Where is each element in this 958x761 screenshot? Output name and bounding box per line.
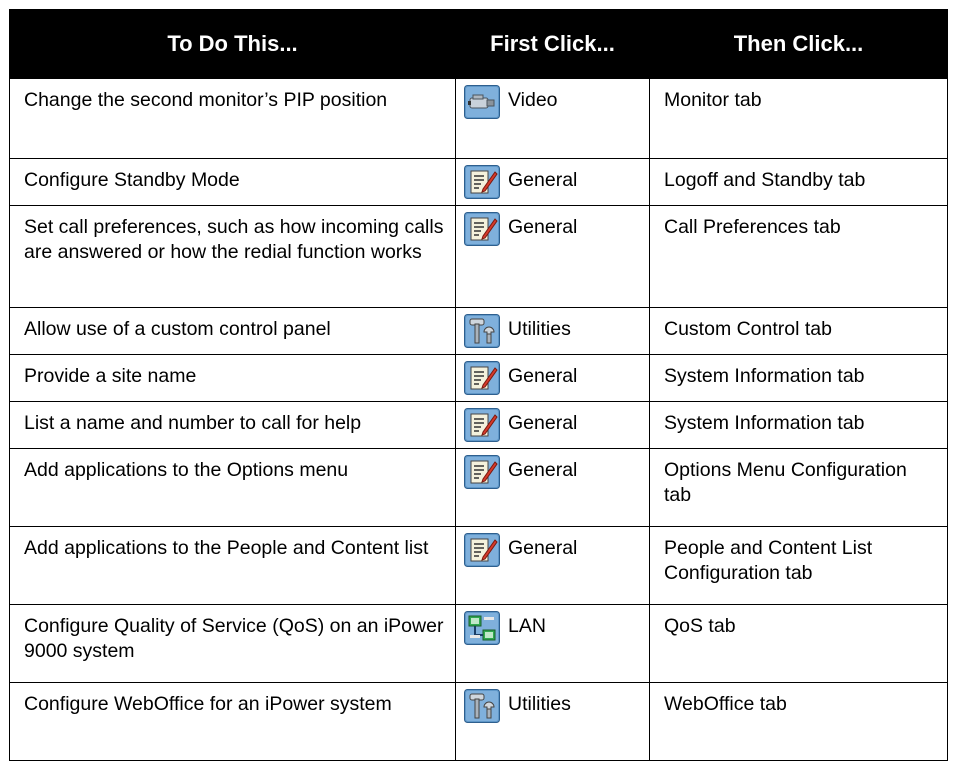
task-cell: Configure WebOffice for an iPower system <box>9 682 456 761</box>
table-row: Change the second monitor’s PIP position… <box>9 78 948 159</box>
general-settings-icon <box>464 165 500 199</box>
task-cell: Add applications to the Options menu <box>9 448 456 527</box>
first-click-cell: General <box>455 448 650 527</box>
first-click-label: Video <box>508 89 558 111</box>
then-click-cell: Options Menu Configuration tab <box>649 448 948 527</box>
first-click-label: General <box>508 459 578 481</box>
then-click-cell: System Information tab <box>649 354 948 402</box>
table-row: Provide a site name General System Informa… <box>9 354 948 402</box>
general-settings-icon <box>464 361 500 395</box>
then-click-cell: Logoff and Standby tab <box>649 158 948 206</box>
first-click-label: General <box>508 537 578 559</box>
first-click-cell: General <box>455 158 650 206</box>
table-row: Add applications to the People and Conte… <box>9 526 948 605</box>
first-click-cell: LAN <box>455 604 650 683</box>
table-row: Configure Standby Mode General Logoff and … <box>9 158 948 206</box>
instructions-table: To Do This... First Click... Then Click.… <box>9 9 948 761</box>
general-settings-icon <box>464 533 500 567</box>
first-click-cell: Utilities <box>455 307 650 355</box>
then-click-cell: Call Preferences tab <box>649 205 948 308</box>
table-row: Add applications to the Options menu Gene… <box>9 448 948 527</box>
task-cell: Configure Standby Mode <box>9 158 456 206</box>
header-then-click: Then Click... <box>649 9 948 79</box>
first-click-label: General <box>508 365 578 387</box>
utilities-tools-icon <box>464 314 500 348</box>
general-settings-icon <box>464 455 500 489</box>
task-cell: Add applications to the People and Conte… <box>9 526 456 605</box>
utilities-tools-icon <box>464 689 500 723</box>
then-click-cell: WebOffice tab <box>649 682 948 761</box>
first-click-cell: Utilities <box>455 682 650 761</box>
task-cell: Provide a site name <box>9 354 456 402</box>
first-click-cell: General <box>455 401 650 449</box>
table-row: Configure Quality of Service (QoS) on an… <box>9 604 948 683</box>
table-row: Configure WebOffice for an iPower system… <box>9 682 948 761</box>
lan-network-icon <box>464 611 500 645</box>
first-click-cell: General <box>455 526 650 605</box>
first-click-label: LAN <box>508 615 546 637</box>
then-click-cell: Custom Control tab <box>649 307 948 355</box>
table-header-row: To Do This... First Click... Then Click.… <box>9 9 948 79</box>
first-click-label: General <box>508 169 578 191</box>
table-row: Set call preferences, such as how incomi… <box>9 205 948 308</box>
then-click-cell: System Information tab <box>649 401 948 449</box>
header-to-do-this: To Do This... <box>9 9 456 79</box>
first-click-label: General <box>508 216 578 238</box>
first-click-cell: General <box>455 205 650 308</box>
header-first-click: First Click... <box>455 9 650 79</box>
first-click-label: Utilities <box>508 693 571 715</box>
table-row: List a name and number to call for help G… <box>9 401 948 449</box>
then-click-cell: QoS tab <box>649 604 948 683</box>
first-click-cell: Video <box>455 78 650 159</box>
first-click-label: General <box>508 412 578 434</box>
table-row: Allow use of a custom control panel Utili… <box>9 307 948 355</box>
task-cell: Allow use of a custom control panel <box>9 307 456 355</box>
video-camera-icon <box>464 85 500 119</box>
first-click-cell: General <box>455 354 650 402</box>
task-cell: Change the second monitor’s PIP position <box>9 78 456 159</box>
first-click-label: Utilities <box>508 318 571 340</box>
task-cell: List a name and number to call for help <box>9 401 456 449</box>
general-settings-icon <box>464 212 500 246</box>
then-click-cell: Monitor tab <box>649 78 948 159</box>
task-cell: Set call preferences, such as how incomi… <box>9 205 456 308</box>
general-settings-icon <box>464 408 500 442</box>
then-click-cell: People and Content List Configuration ta… <box>649 526 948 605</box>
task-cell: Configure Quality of Service (QoS) on an… <box>9 604 456 683</box>
